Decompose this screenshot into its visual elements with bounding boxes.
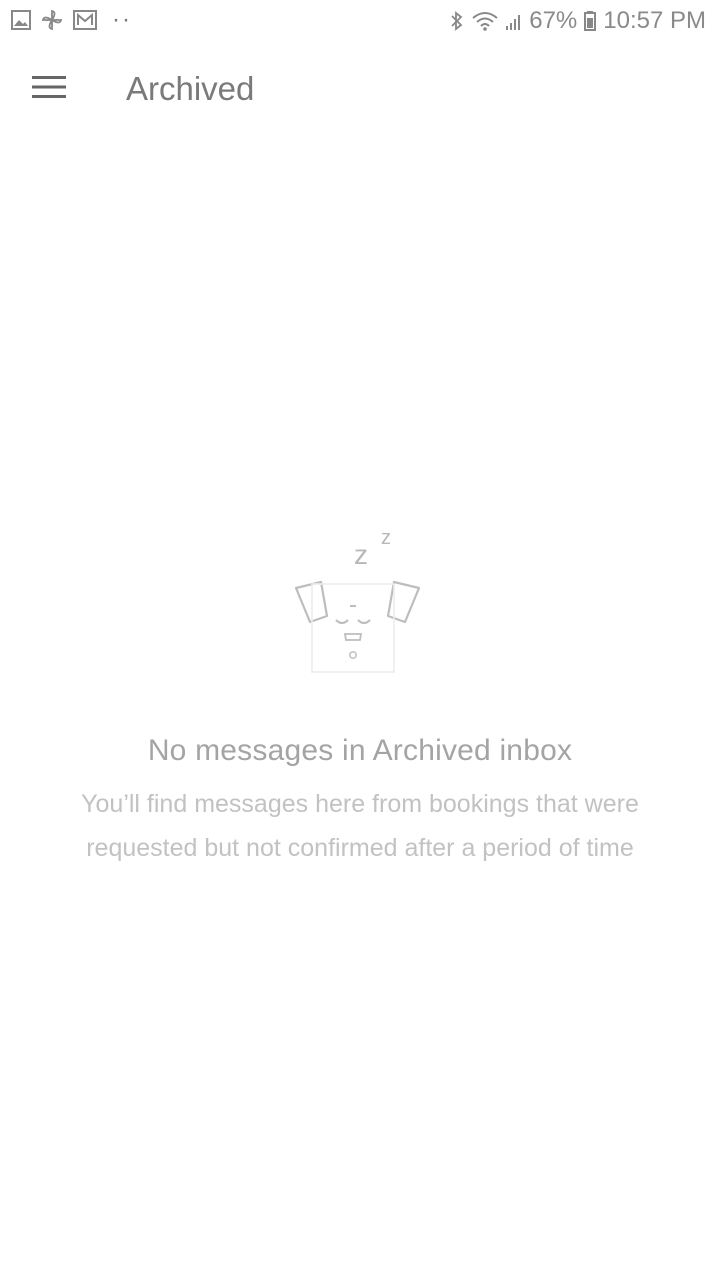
page-title: Archived bbox=[126, 70, 255, 107]
pinwheel-icon bbox=[40, 8, 64, 32]
sleeping-dog-icon: z z bbox=[0, 520, 720, 680]
wifi-icon bbox=[471, 9, 499, 33]
svg-text:z: z bbox=[381, 527, 391, 549]
hamburger-menu-icon bbox=[32, 75, 66, 104]
empty-state-title: No messages in Archived inbox bbox=[147, 734, 573, 767]
mail-icon bbox=[72, 9, 98, 31]
battery-icon bbox=[583, 9, 597, 33]
battery-percent: 67% bbox=[529, 7, 578, 34]
notification-icons: ·· bbox=[10, 8, 132, 32]
empty-state: z z No messages in Archived inbox You’ll… bbox=[0, 520, 720, 870]
system-indicators: 67% 10:57 PM bbox=[449, 7, 706, 35]
svg-text:z: z bbox=[354, 539, 368, 570]
clock: 10:57 PM bbox=[603, 7, 706, 34]
bluetooth-icon bbox=[449, 9, 465, 33]
more-notifications-indicator: ·· bbox=[112, 6, 132, 33]
gallery-icon bbox=[10, 9, 32, 31]
menu-button[interactable] bbox=[22, 62, 76, 116]
app-bar: Archived bbox=[0, 44, 720, 140]
cellular-signal-icon bbox=[505, 10, 523, 32]
empty-state-description: You’ll find messages here from bookings … bbox=[81, 790, 639, 862]
status-bar: ·· 67% 10:57 PM bbox=[0, 0, 720, 44]
